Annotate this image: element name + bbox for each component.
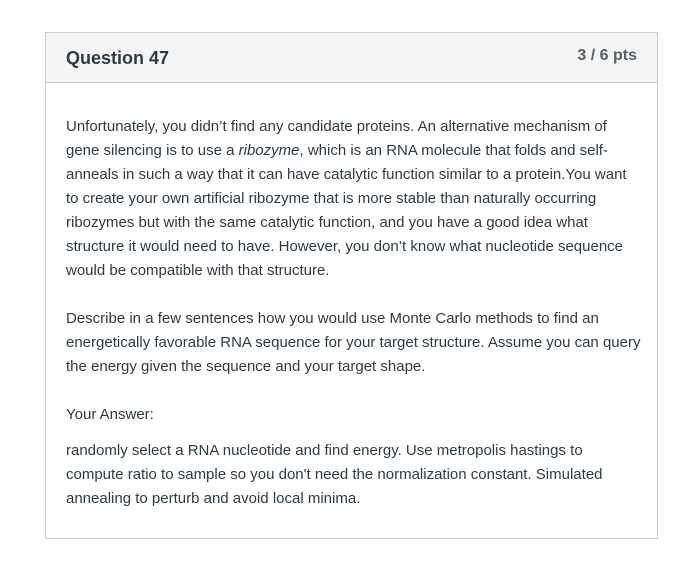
question-body: Unfortunately, you didn’t find any candi… [66, 115, 642, 511]
question-header: Question 47 3 / 6 pts [46, 33, 657, 83]
answer-text: randomly select a RNA nucleotide and fin… [66, 442, 603, 507]
ribozyme-term: ribozyme [238, 142, 300, 159]
question-paragraph-1-end: , which is an RNA molecule that folds an… [66, 142, 627, 279]
question-title: Question 47 [66, 48, 170, 68]
question-paragraph-2: Describe in a few sentences how you woul… [66, 310, 641, 375]
question-text: Unfortunately, you didn’t find any candi… [66, 115, 642, 379]
question-card: Question 47 3 / 6 pts Unfortunately, you… [45, 32, 658, 539]
question-points: 3 / 6 pts [577, 47, 637, 64]
answer-label: Your Answer: [66, 406, 154, 423]
question-paragraph-1: Unfortunately, you didn’t find any candi… [66, 115, 642, 283]
